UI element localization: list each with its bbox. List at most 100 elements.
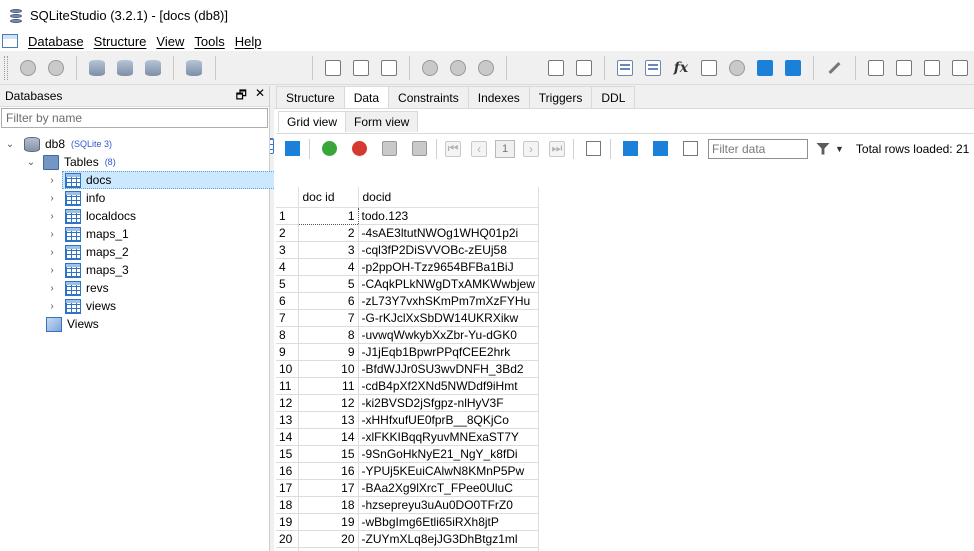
tile-windows-button[interactable] bbox=[864, 57, 886, 80]
row-number[interactable]: 2 bbox=[276, 224, 299, 242]
cell-doc-id[interactable]: 6 bbox=[298, 292, 359, 310]
cell-docid[interactable]: -p2ppOH-Tzz9654BFBa1BiJ bbox=[358, 258, 539, 276]
table-row[interactable]: 9 9 -J1jEqb1BpwrPPqfCEE2hrk bbox=[276, 343, 539, 361]
tree-table-views[interactable]: › views bbox=[46, 297, 116, 315]
cell-doc-id[interactable]: 14 bbox=[298, 428, 359, 446]
table-row[interactable]: 5 5 -CAqkPLkNWgDTxAMKWwbjew bbox=[276, 275, 539, 293]
tree-db8[interactable]: ⌄ db8 (SQLite 3) bbox=[4, 135, 112, 153]
cell-docid[interactable]: -wBbgImg6Etli65iRXh8jtP bbox=[358, 513, 539, 531]
commit-button[interactable] bbox=[379, 139, 399, 159]
tab-constraints[interactable]: Constraints bbox=[388, 86, 469, 108]
menu-database[interactable]: Database bbox=[24, 34, 90, 49]
tile-horizontal-button[interactable] bbox=[893, 57, 915, 80]
table-row[interactable]: 14 14 -xlFKKIBqqRyuvMNExaST7Y bbox=[276, 428, 539, 446]
drop-index-button[interactable] bbox=[378, 57, 400, 80]
chevron-down-icon[interactable]: ▼ bbox=[835, 144, 844, 154]
row-number[interactable]: 18 bbox=[276, 496, 299, 514]
row-number[interactable]: 20 bbox=[276, 530, 299, 548]
drop-table-button[interactable] bbox=[281, 57, 303, 154]
tree-table-docs[interactable]: › docs bbox=[46, 171, 283, 189]
table-row[interactable]: 2121-fKVFgsa1myJnluYGhGnJ3l bbox=[276, 547, 539, 551]
row-number[interactable]: 6 bbox=[276, 292, 299, 310]
tree-table-revs[interactable]: › revs bbox=[46, 279, 109, 297]
cascade-button[interactable] bbox=[949, 57, 971, 80]
filter-data-input[interactable] bbox=[712, 141, 807, 156]
row-number[interactable]: 8 bbox=[276, 326, 299, 344]
edit-table-button[interactable] bbox=[253, 57, 275, 154]
filter-data-field[interactable] bbox=[708, 138, 808, 159]
refresh-db-button[interactable] bbox=[183, 57, 205, 80]
chevron-right-icon[interactable]: › bbox=[46, 193, 58, 204]
menu-help[interactable]: Help bbox=[231, 34, 268, 49]
cell-doc-id[interactable]: 16 bbox=[298, 462, 359, 480]
db-filter-input[interactable] bbox=[6, 111, 267, 125]
create-view-button[interactable] bbox=[516, 57, 538, 154]
first-page-icon[interactable]: ⏮ bbox=[445, 140, 461, 157]
table-row[interactable]: 7 7 -G-rKJclXxSbDW14UKRXikw bbox=[276, 309, 539, 327]
tree-table-maps-1[interactable]: › maps_1 bbox=[46, 225, 129, 243]
cell-doc-id[interactable]: 11 bbox=[298, 377, 359, 395]
cell-doc-id[interactable]: 12 bbox=[298, 394, 359, 412]
cell-docid[interactable]: -xlFKKIBqqRyuvMNExaST7Y bbox=[358, 428, 539, 446]
cell-doc-id[interactable]: 2 bbox=[298, 224, 359, 242]
row-number[interactable]: 14 bbox=[276, 428, 299, 446]
table-row[interactable]: 10 10 -BfdWJJr0SU3wvDNFH_3Bd2 bbox=[276, 360, 539, 378]
chevron-right-icon[interactable]: › bbox=[46, 265, 58, 276]
cell-doc-id[interactable]: 4 bbox=[298, 258, 359, 276]
row-number[interactable]: 9 bbox=[276, 343, 299, 361]
table-row[interactable]: 1 1 todo.123 bbox=[276, 206, 539, 225]
prev-page-icon[interactable]: ‹ bbox=[471, 140, 487, 157]
chevron-right-icon[interactable]: › bbox=[46, 229, 58, 240]
table-row[interactable]: 4 4 -p2ppOH-Tzz9654BFBa1BiJ bbox=[276, 258, 539, 276]
add-db-button[interactable] bbox=[86, 57, 108, 80]
cell-doc-id[interactable]: 21 bbox=[298, 547, 359, 551]
table-row[interactable]: 19 19 -wBbgImg6Etli65iRXh8jtP bbox=[276, 513, 539, 531]
tree-table-maps-2[interactable]: › maps_2 bbox=[46, 243, 129, 261]
mdi-window-icon[interactable] bbox=[2, 34, 18, 48]
last-page-icon[interactable]: ⏭ bbox=[549, 140, 565, 157]
collations-button[interactable] bbox=[698, 57, 720, 80]
config-button[interactable] bbox=[823, 57, 845, 80]
rollback-button[interactable] bbox=[409, 139, 429, 159]
tree-views[interactable]: Views bbox=[46, 315, 99, 333]
float-panel-icon[interactable]: 🗗 bbox=[236, 86, 247, 107]
column-header-docid[interactable]: docid bbox=[358, 187, 539, 208]
grid-corner[interactable] bbox=[276, 187, 299, 208]
tree-table-info[interactable]: › info bbox=[46, 189, 105, 207]
table-row[interactable]: 8 8 -uvwqWwkybXxZbr-Yu-dGK0 bbox=[276, 326, 539, 344]
row-number[interactable]: 21 bbox=[276, 547, 299, 551]
cell-docid[interactable]: -ki2BVSD2jSfgpz-nlHyV3F bbox=[358, 394, 539, 412]
tree-tables[interactable]: ⌄ Tables (8) bbox=[25, 153, 116, 171]
table-row[interactable]: 15 15 -9SnGoHkNyE21_NgY_k8fDi bbox=[276, 445, 539, 463]
chevron-down-icon[interactable]: ⌄ bbox=[25, 157, 37, 168]
edit-index-button[interactable] bbox=[350, 57, 372, 80]
connect-db-button[interactable] bbox=[17, 57, 39, 80]
cell-docid[interactable]: -xHHfxufUE0fprB__8QKjCo bbox=[358, 411, 539, 429]
row-number[interactable]: 5 bbox=[276, 275, 299, 293]
cell-docid[interactable]: -cql3fP2DiSVVOBc-zEUj58 bbox=[358, 241, 539, 259]
close-panel-icon[interactable]: ✕ bbox=[255, 86, 265, 107]
insert-row-button[interactable] bbox=[319, 139, 339, 159]
row-number[interactable]: 3 bbox=[276, 241, 299, 259]
tile-vertical-button[interactable] bbox=[921, 57, 943, 80]
sql-editor-button[interactable] bbox=[614, 57, 636, 80]
chevron-right-icon[interactable]: › bbox=[46, 247, 58, 258]
table-row[interactable]: 12 12 -ki2BVSD2jSfgpz-nlHyV3F bbox=[276, 394, 539, 412]
cell-docid[interactable]: -9SnGoHkNyE21_NgY_k8fDi bbox=[358, 445, 539, 463]
cell-docid[interactable]: -BAa2Xg9lXrcT_FPee0UluC bbox=[358, 479, 539, 497]
column-header-doc-id[interactable]: doc id bbox=[298, 187, 359, 208]
cell-docid[interactable]: -YPUj5KEuiCAlwN8KMnP5Pw bbox=[358, 462, 539, 480]
tab-grid-view[interactable]: Grid view bbox=[278, 111, 347, 132]
cell-doc-id[interactable]: 7 bbox=[298, 309, 359, 327]
refresh-data-button[interactable] bbox=[282, 139, 302, 159]
chevron-down-icon[interactable]: ⌄ bbox=[4, 139, 16, 150]
ddl-history-button[interactable] bbox=[642, 57, 664, 80]
cell-doc-id[interactable]: 3 bbox=[298, 241, 359, 259]
cell-docid[interactable]: -ZUYmXLq8ejJG3DhBtgz1ml bbox=[358, 530, 539, 548]
tab-triggers[interactable]: Triggers bbox=[528, 86, 593, 108]
row-number[interactable]: 4 bbox=[276, 258, 299, 276]
cell-docid[interactable]: -zL73Y7vxhSKmPm7mXzFYHu bbox=[358, 292, 539, 310]
cell-doc-id[interactable]: 1 bbox=[297, 206, 359, 225]
table-row[interactable]: 6 6 -zL73Y7vxhSKmPm7mXzFYHu bbox=[276, 292, 539, 310]
cell-docid[interactable]: -J1jEqb1BpwrPPqfCEE2hrk bbox=[358, 343, 539, 361]
